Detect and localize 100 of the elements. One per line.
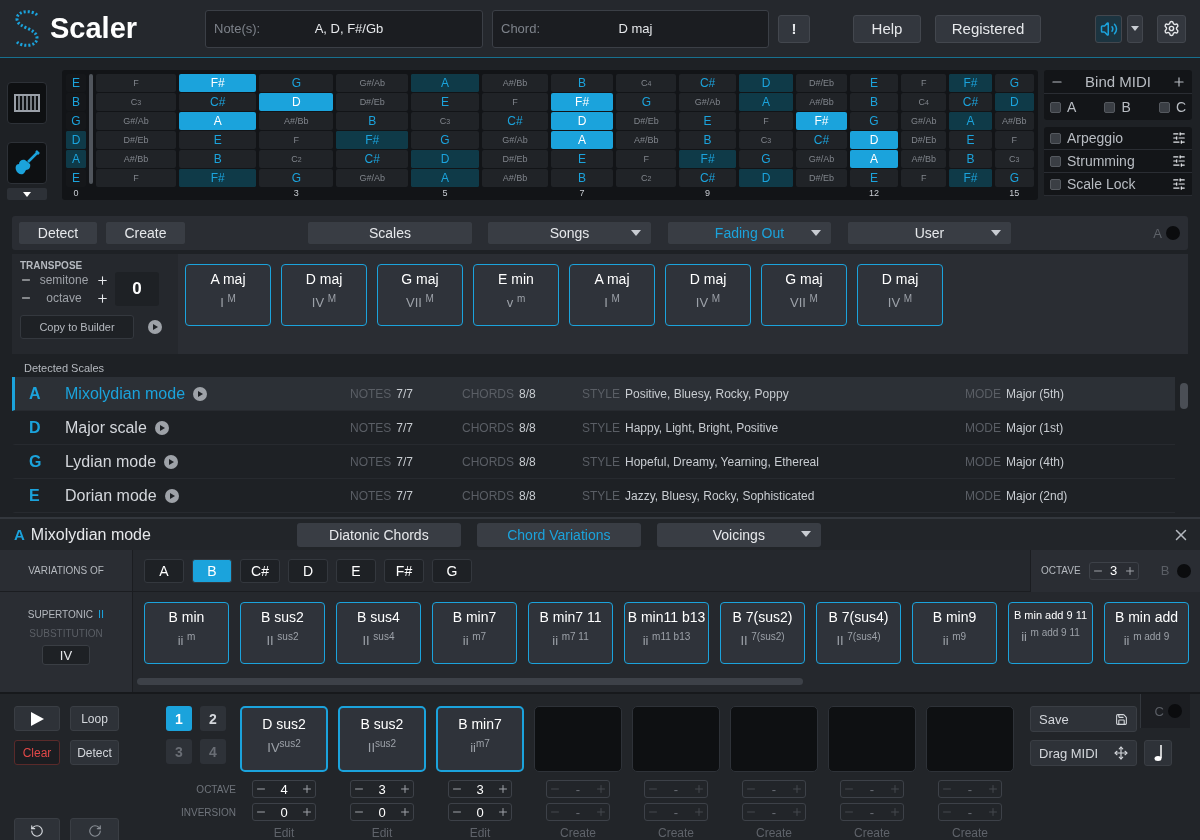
fret-note[interactable]: E	[949, 131, 992, 149]
fret-note[interactable]: E	[410, 93, 480, 111]
root-button[interactable]: C#	[240, 558, 280, 583]
checkbox-option[interactable]: C	[1158, 99, 1186, 115]
fret-note[interactable]: E	[849, 74, 899, 92]
fret-note[interactable]: D#/Eb	[795, 169, 847, 187]
play-icon[interactable]	[154, 420, 169, 435]
fret-note[interactable]: A	[410, 74, 480, 92]
fret-note[interactable]: A#/Bb	[795, 93, 847, 111]
checkbox[interactable]	[1104, 101, 1116, 113]
fret-note[interactable]: A	[949, 112, 992, 130]
fret-note[interactable]: G	[616, 93, 677, 111]
value-stepper[interactable]: 0	[252, 803, 316, 821]
fret-note[interactable]: B	[849, 93, 899, 111]
fret-note[interactable]: E	[679, 112, 736, 130]
chord-card[interactable]: B min add ii m add 9	[1104, 602, 1189, 664]
fret-note[interactable]: F#	[795, 112, 847, 130]
dropdown-button[interactable]	[1127, 14, 1143, 43]
value-stepper[interactable]: 3	[350, 780, 414, 798]
fret-note[interactable]: D#/Eb	[482, 150, 548, 168]
fret-note[interactable]: F	[482, 93, 548, 111]
fret-note[interactable]: G#/Ab	[795, 150, 847, 168]
checkbox[interactable]	[1158, 101, 1170, 113]
fret-note[interactable]: D	[739, 74, 793, 92]
fret-note[interactable]: B	[336, 112, 408, 130]
header-button[interactable]: Registered	[935, 14, 1041, 43]
fret-note[interactable]: D#/Eb	[901, 131, 947, 149]
root-button[interactable]: F#	[384, 558, 424, 583]
toolbar-button[interactable]: Create	[105, 221, 186, 245]
fret-note[interactable]: C#	[336, 150, 408, 168]
empty-chord-slot[interactable]	[926, 706, 1014, 772]
fret-note[interactable]: G	[849, 112, 899, 130]
fret-note[interactable]: F#	[336, 131, 408, 149]
fret-note[interactable]: B	[179, 150, 257, 168]
fret-note[interactable]: G#/Ab	[336, 74, 408, 92]
fret-note[interactable]: A#/Bb	[616, 131, 677, 149]
fret-note[interactable]: G	[259, 169, 334, 187]
fret-note[interactable]: A	[849, 150, 899, 168]
fret-note[interactable]: F	[901, 74, 947, 92]
fret-note[interactable]: C#	[679, 74, 736, 92]
chord-card[interactable]: B 7(sus2) II $^{7(sus2)}$	[720, 602, 805, 664]
sliders-icon[interactable]	[1172, 177, 1186, 191]
checkbox[interactable]	[1050, 178, 1061, 190]
value-stepper[interactable]: 3	[448, 780, 512, 798]
fret-note[interactable]: G	[994, 169, 1034, 187]
tab[interactable]: Chord Variations	[476, 522, 641, 547]
drag-midi-button[interactable]: Drag MIDI	[1030, 740, 1137, 766]
fret-note[interactable]: D#/Eb	[795, 74, 847, 92]
fret-note[interactable]: F#	[679, 150, 736, 168]
checkbox-label[interactable]: Scale Lock	[1067, 176, 1136, 192]
chord-card[interactable]: D maj IV $^{M}$	[665, 264, 751, 326]
value-stepper[interactable]: 0	[350, 803, 414, 821]
clear-button[interactable]: Clear	[14, 740, 60, 765]
fret-note[interactable]: A	[410, 169, 480, 187]
loop-button[interactable]: Loop	[70, 706, 119, 731]
checkbox[interactable]	[1050, 155, 1061, 167]
fret-note[interactable]: F	[96, 169, 177, 187]
dropdown-button[interactable]: Fading Out	[667, 221, 832, 245]
toolbar-button[interactable]: Detect	[18, 221, 98, 245]
fret-note[interactable]: A#/Bb	[482, 169, 548, 187]
fret-note[interactable]: G#/Ab	[901, 112, 947, 130]
fret-note[interactable]: F#	[179, 74, 257, 92]
fret-note[interactable]: A#/Bb	[259, 112, 334, 130]
substitution-button[interactable]: IV	[42, 645, 90, 665]
fret-note[interactable]: C#	[795, 131, 847, 149]
root-button[interactable]: A	[144, 558, 184, 583]
fret-note[interactable]: A	[550, 131, 614, 149]
root-button[interactable]: G	[432, 558, 472, 583]
fret-note[interactable]: C#	[679, 169, 736, 187]
fret-note[interactable]: G#/Ab	[96, 112, 177, 130]
instrument-dropdown[interactable]	[7, 188, 47, 200]
empty-chord-slot[interactable]	[730, 706, 818, 772]
toggle-light[interactable]	[1166, 226, 1180, 240]
value-stepper[interactable]: 3	[1088, 561, 1139, 580]
chord-card[interactable]: A maj I $^{M}$	[185, 264, 271, 326]
fret-note[interactable]: F#	[179, 169, 257, 187]
toolbar-button[interactable]: Scales	[307, 221, 473, 245]
fret-note[interactable]: E	[550, 150, 614, 168]
save-button[interactable]: Save	[1030, 706, 1137, 732]
fret-note[interactable]: B	[550, 169, 614, 187]
fret-note[interactable]: B	[550, 74, 614, 92]
tab[interactable]: Diatonic Chords	[296, 522, 461, 547]
fret-note[interactable]: F#	[949, 74, 992, 92]
checkbox-label[interactable]: Arpeggio	[1067, 130, 1124, 146]
chord-card[interactable]: B min7 ii $^{m7}$	[432, 602, 517, 664]
chord-card[interactable]: B sus2 II$^{sus2}$	[338, 706, 426, 772]
redo-button[interactable]	[70, 818, 119, 840]
chord-card[interactable]: G maj VII $^{M}$	[377, 264, 463, 326]
root-button[interactable]: D	[288, 558, 328, 583]
fret-note[interactable]: C#	[179, 93, 257, 111]
detect-button[interactable]: Detect	[70, 740, 119, 765]
fret-note[interactable]: B	[949, 150, 992, 168]
fret-note[interactable]: G#/Ab	[482, 131, 548, 149]
chord-card[interactable]: B sus2 II $^{sus2}$	[240, 602, 325, 664]
fret-note[interactable]: D#/Eb	[616, 112, 677, 130]
checkbox[interactable]	[1050, 101, 1061, 113]
guitar-button[interactable]	[7, 142, 47, 184]
root-button[interactable]: E	[336, 558, 376, 583]
play-icon[interactable]	[164, 454, 179, 469]
value-stepper[interactable]: 4	[252, 780, 316, 798]
